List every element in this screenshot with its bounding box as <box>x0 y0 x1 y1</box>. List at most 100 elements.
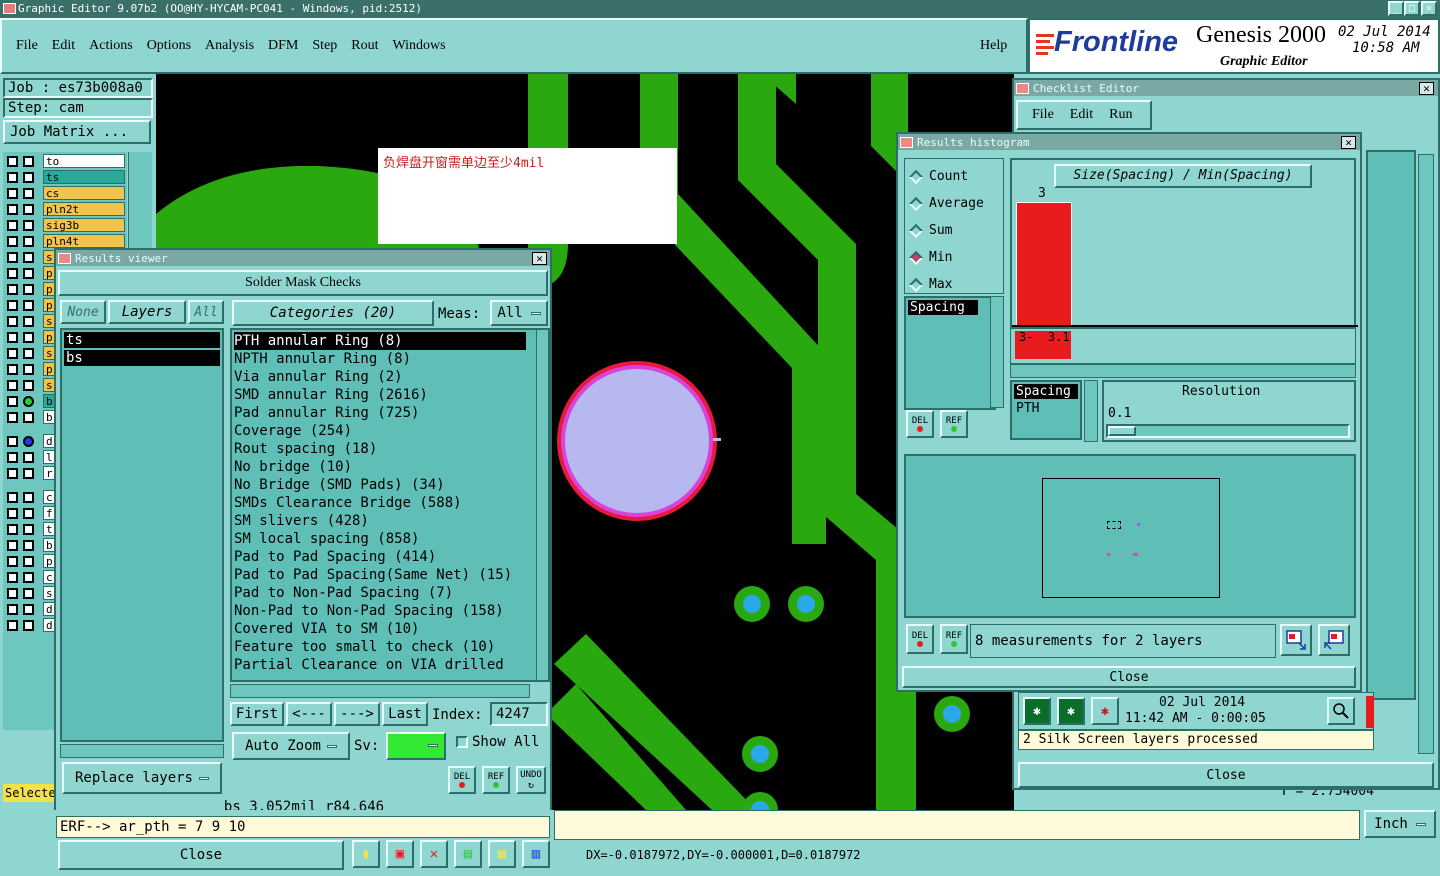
layer-checkbox[interactable] <box>7 332 18 343</box>
layer-checkbox[interactable] <box>7 452 18 463</box>
layer-row[interactable]: cs <box>3 186 127 202</box>
category-item[interactable]: Pad to Non-Pad Spacing (7) <box>234 584 546 602</box>
layer-checkbox[interactable] <box>7 284 18 295</box>
layer-visibility-toggle[interactable] <box>23 588 34 599</box>
checklist-close-button[interactable]: Close <box>1018 762 1434 788</box>
checklist-close-icon[interactable]: ✕ <box>1419 82 1434 95</box>
delete-button[interactable]: ✕ <box>420 840 448 868</box>
category-item[interactable]: PTH annular Ring (8) <box>234 332 526 350</box>
layer-visibility-toggle[interactable] <box>23 284 34 295</box>
layer-visibility-toggle[interactable] <box>23 220 34 231</box>
histogram-list1-scroll[interactable] <box>990 296 1004 408</box>
layer-visibility-toggle[interactable] <box>23 556 34 567</box>
layer-checkbox[interactable] <box>7 300 18 311</box>
prev-button[interactable]: <--- <box>286 702 332 726</box>
layer-visibility-toggle[interactable] <box>23 172 34 183</box>
run-icon-2[interactable]: ✱ <box>1057 697 1085 725</box>
maximize-button[interactable]: □ <box>1404 1 1420 16</box>
sv-color-select[interactable] <box>386 732 446 760</box>
layer-checkbox[interactable] <box>7 572 18 583</box>
layer-row[interactable]: pln2t <box>3 202 127 218</box>
layer-visibility-toggle[interactable] <box>23 332 34 343</box>
layer-checkbox[interactable] <box>7 172 18 183</box>
layer-visibility-toggle[interactable] <box>23 188 34 199</box>
layer-checkbox[interactable] <box>7 556 18 567</box>
next-button[interactable]: ---> <box>334 702 380 726</box>
layer-visibility-toggle[interactable] <box>23 156 34 167</box>
checklist-menu-run[interactable]: Run <box>1109 107 1132 123</box>
layer-checkbox[interactable] <box>7 380 18 391</box>
category-item[interactable]: SMD annular Ring (2616) <box>234 386 546 404</box>
categories-scrollbar-v[interactable] <box>536 330 548 680</box>
resolution-slider-thumb[interactable] <box>1108 426 1136 436</box>
layer-visibility-toggle[interactable] <box>23 540 34 551</box>
replace-layers-select[interactable]: Replace layers <box>62 762 222 794</box>
last-button[interactable]: Last <box>382 702 428 726</box>
layer-visibility-toggle[interactable] <box>23 348 34 359</box>
layer-checkbox[interactable] <box>7 492 18 503</box>
layer-checkbox[interactable] <box>7 236 18 247</box>
job-matrix-button[interactable]: Job Matrix ... <box>3 120 151 144</box>
minimize-button[interactable]: _ <box>1388 1 1404 16</box>
mode-option-average[interactable]: Average <box>908 190 1003 217</box>
layer-checkbox[interactable] <box>7 188 18 199</box>
histogram-h-scrollbar[interactable] <box>1010 364 1356 378</box>
category-item[interactable]: SM local spacing (858) <box>234 530 546 548</box>
layer-checkbox[interactable] <box>7 468 18 479</box>
checklist-menu-file[interactable]: File <box>1032 107 1054 123</box>
layer-checkbox[interactable] <box>7 436 18 447</box>
layer-visibility-toggle[interactable] <box>23 468 34 479</box>
all-layers-button[interactable]: All <box>188 300 224 324</box>
results-close-button[interactable]: Close <box>58 840 344 870</box>
histogram-list2-scroll[interactable] <box>1084 380 1098 442</box>
layer-visibility-toggle[interactable] <box>23 508 34 519</box>
menu-dfm[interactable]: DFM <box>268 38 298 54</box>
layer-checkbox[interactable] <box>7 220 18 231</box>
menu-help[interactable]: Help <box>980 38 1007 54</box>
chart-button[interactable]: ▥ <box>522 840 550 868</box>
result-layer-item[interactable]: bs <box>64 350 220 366</box>
layer-checkbox[interactable] <box>7 588 18 599</box>
category-item[interactable]: Covered VIA to SM (10) <box>234 620 546 638</box>
layer-visibility-toggle[interactable] <box>23 436 34 447</box>
layers-button[interactable]: Layers <box>108 300 186 324</box>
menu-options[interactable]: Options <box>147 38 191 54</box>
layer-visibility-toggle[interactable] <box>23 236 34 247</box>
category-item[interactable]: Via annular Ring (2) <box>234 368 546 386</box>
layer-visibility-toggle[interactable] <box>23 620 34 631</box>
layer-visibility-toggle[interactable] <box>23 524 34 535</box>
layer-12-button[interactable]: ▤ <box>454 840 482 868</box>
mode-option-sum[interactable]: Sum <box>908 217 1003 244</box>
layer-checkbox[interactable] <box>7 412 18 423</box>
run-icon-1[interactable]: ✱ <box>1023 697 1051 725</box>
run-icon-3[interactable]: ✱ <box>1091 697 1119 725</box>
layer-visibility-toggle[interactable] <box>23 252 34 263</box>
layer-visibility-toggle[interactable] <box>23 492 34 503</box>
layer-visibility-toggle[interactable] <box>23 452 34 463</box>
histogram-list1-item[interactable]: Spacing <box>908 300 978 315</box>
layer-select-button[interactable]: ▮ <box>352 840 380 868</box>
mode-option-min[interactable]: Min <box>908 244 1003 271</box>
menu-edit[interactable]: Edit <box>52 38 75 54</box>
layer-visibility-toggle[interactable] <box>23 364 34 375</box>
command-line[interactable]: ERF--> ar_pth = 7 9 10 <box>56 816 550 838</box>
category-item[interactable]: Non-Pad to Non-Pad Spacing (158) <box>234 602 546 620</box>
menu-windows[interactable]: Windows <box>393 38 446 54</box>
pan-button[interactable]: ▣ <box>386 840 414 868</box>
menu-file[interactable]: File <box>16 38 38 54</box>
hist-ref-button-2[interactable]: REF <box>940 624 968 654</box>
layer-row[interactable]: ts <box>3 170 127 186</box>
checklist-menu-edit[interactable]: Edit <box>1070 107 1093 123</box>
histogram-close-icon[interactable]: ✕ <box>1341 136 1356 149</box>
layer-checkbox[interactable] <box>7 252 18 263</box>
layer-checkbox[interactable] <box>7 348 18 359</box>
mode-option-count[interactable]: Count <box>908 163 1003 190</box>
layer-checkbox[interactable] <box>7 396 18 407</box>
category-item[interactable]: SMDs Clearance Bridge (588) <box>234 494 546 512</box>
layer-visibility-toggle[interactable] <box>23 204 34 215</box>
category-item[interactable]: Coverage (254) <box>234 422 546 440</box>
hist-export-button-1[interactable] <box>1280 624 1312 656</box>
layer-visibility-toggle[interactable] <box>23 412 34 423</box>
layer-checkbox[interactable] <box>7 316 18 327</box>
hist-ref-button-1[interactable]: REF <box>940 410 968 438</box>
